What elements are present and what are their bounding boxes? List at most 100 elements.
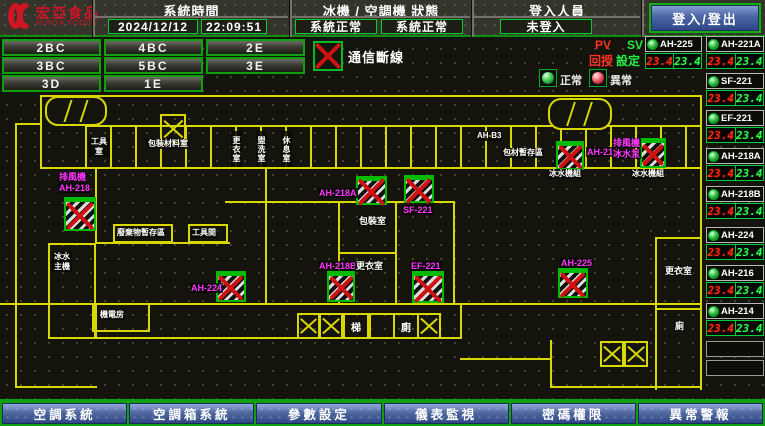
wall xyxy=(550,386,702,388)
unit-row-ah218a[interactable]: AH-218A 23.423.4 xyxy=(706,148,764,181)
room-label: 梯 xyxy=(351,319,361,334)
unit-name: AH-218A xyxy=(721,151,761,162)
normal-label: 正常 xyxy=(560,72,582,88)
wall xyxy=(550,340,552,388)
unit-row-ah218b[interactable]: AH-218B 23.423.4 xyxy=(706,186,764,219)
unit-sv: 23.4 xyxy=(736,91,764,105)
ahu-status: 系統正常 xyxy=(381,19,463,34)
wall xyxy=(40,95,42,169)
unit-row-ah225[interactable]: AH-225 23.423.4 xyxy=(645,36,702,69)
stair-cell: 梯 xyxy=(343,313,369,339)
ahu-icon-sf221[interactable] xyxy=(404,175,434,203)
room-label: 廁 xyxy=(401,319,411,334)
nav-button-param-setting[interactable]: 參數設定 xyxy=(256,403,381,424)
wall xyxy=(40,95,702,97)
unit-slot-empty xyxy=(706,341,764,357)
unit-pv: 23.4 xyxy=(707,204,736,218)
chiller-status: 系統正常 xyxy=(295,19,377,34)
unit-pv: 23.4 xyxy=(707,166,736,180)
unit-pv: 23.4 xyxy=(707,128,736,142)
sv-label: SV xyxy=(627,38,643,52)
device-tag: AH-224 xyxy=(190,283,223,293)
room-label: 工具室 xyxy=(88,137,110,157)
ahu-icon-ah225[interactable] xyxy=(558,268,588,298)
comm-fail-label: 通信斷線 xyxy=(348,47,404,66)
device-tag: 排風機 xyxy=(612,138,641,148)
wall xyxy=(265,167,267,305)
device-tag: AH-218B xyxy=(318,261,358,271)
zone-button-2e[interactable]: 2E xyxy=(206,39,305,56)
divider xyxy=(95,16,288,18)
unit-led-icon xyxy=(647,39,658,50)
room-label: 包裝材料室 xyxy=(146,139,190,149)
nav-button-ac-system[interactable]: 空調系統 xyxy=(2,403,127,424)
shaft-icon xyxy=(600,341,624,367)
ahu-icon-ah218a[interactable] xyxy=(356,176,387,205)
device-tag: 排風機 xyxy=(58,172,87,182)
unit-pv: 23.4 xyxy=(707,321,736,335)
wall xyxy=(15,123,17,388)
room-label: 更衣室 xyxy=(231,131,242,167)
wall xyxy=(15,123,42,125)
wall xyxy=(655,237,657,390)
nav-button-password[interactable]: 密碼權限 xyxy=(511,403,636,424)
wall xyxy=(655,308,702,310)
wall xyxy=(15,386,97,388)
room-label: 盥洗室 xyxy=(256,131,267,167)
company-logo: 宏亞食品 HUNYA FOODS xyxy=(8,3,100,29)
comm-fail-icon xyxy=(313,41,343,71)
stairs-icon xyxy=(548,98,612,130)
device-tag: SF-221 xyxy=(402,205,434,215)
pv-label: PV xyxy=(595,38,611,52)
unit-sv: 23.4 xyxy=(736,283,764,297)
room-label: 廁 xyxy=(674,321,685,331)
device-tag: AH-218 xyxy=(58,183,91,193)
zone-button-3d[interactable]: 3D xyxy=(2,75,101,92)
ahu-icon-ef221[interactable] xyxy=(412,271,444,303)
bottom-nav: 空調系統 空調箱系統 參數設定 儀表監視 密碼權限 異常警報 xyxy=(0,399,765,426)
unit-row-ah216[interactable]: AH-216 23.423.4 xyxy=(706,265,764,298)
shaft-icon xyxy=(297,313,320,339)
unit-row-ah214[interactable]: AH-214 23.423.4 xyxy=(706,303,764,336)
wall xyxy=(460,358,552,360)
red-led-icon xyxy=(592,72,604,84)
ahu-icon-ah218[interactable] xyxy=(64,197,96,231)
zone-button-5bc[interactable]: 5BC xyxy=(104,57,203,74)
unit-row-ah221a[interactable]: AH-221A 23.423.4 xyxy=(706,36,764,69)
brand-name: 宏亞食品 xyxy=(36,6,100,20)
unit-sv: 23.4 xyxy=(736,204,764,218)
ahu-icon-ah221a[interactable] xyxy=(640,138,666,168)
nav-button-meter-monitor[interactable]: 儀表監視 xyxy=(384,403,509,424)
unit-name: AH-218B xyxy=(721,189,761,200)
wall xyxy=(460,303,462,339)
nav-button-alarm[interactable]: 異常警報 xyxy=(638,403,763,424)
unit-row-ef221[interactable]: EF-221 23.423.4 xyxy=(706,110,764,143)
brand-name-en: HUNYA FOODS xyxy=(36,20,100,27)
zone-button-2bc[interactable]: 2BC xyxy=(2,39,101,56)
zone-button-3e[interactable]: 3E xyxy=(206,57,305,74)
unit-led-icon xyxy=(708,268,719,279)
unit-pv: 23.4 xyxy=(646,54,674,68)
unit-led-icon xyxy=(708,39,719,50)
zone-button-1e[interactable]: 1E xyxy=(104,75,203,92)
unit-name: AH-225 xyxy=(660,39,693,50)
ahu-icon-ah218b[interactable] xyxy=(327,271,355,302)
toilet-cell: 廁 xyxy=(393,313,419,339)
room-label: 休息室 xyxy=(281,131,292,167)
unit-sv: 23.4 xyxy=(736,128,764,142)
system-date-value: 2024/12/12 xyxy=(108,19,198,34)
shaft-icon xyxy=(319,313,343,339)
zone-button-3bc[interactable]: 3BC xyxy=(2,57,101,74)
hmi-screen: { "header": { "brand": "宏亞食品", "brand_en… xyxy=(0,0,765,426)
ahu-icon-ah214[interactable] xyxy=(556,141,584,170)
room-label: 廢棄物暫存區 xyxy=(116,228,166,238)
nav-button-ahu-system[interactable]: 空調箱系統 xyxy=(129,403,254,424)
unit-pv: 23.4 xyxy=(707,283,736,297)
zone-button-4bc[interactable]: 4BC xyxy=(104,39,203,56)
login-logout-button[interactable]: 登入/登出 xyxy=(649,3,761,33)
unit-row-sf221[interactable]: SF-221 23.423.4 xyxy=(706,73,764,106)
stairs-icon xyxy=(45,96,107,126)
system-time-value: 22:09:51 xyxy=(201,19,267,34)
unit-row-ah224[interactable]: AH-224 23.423.4 xyxy=(706,227,764,260)
unit-name: AH-216 xyxy=(721,268,754,279)
